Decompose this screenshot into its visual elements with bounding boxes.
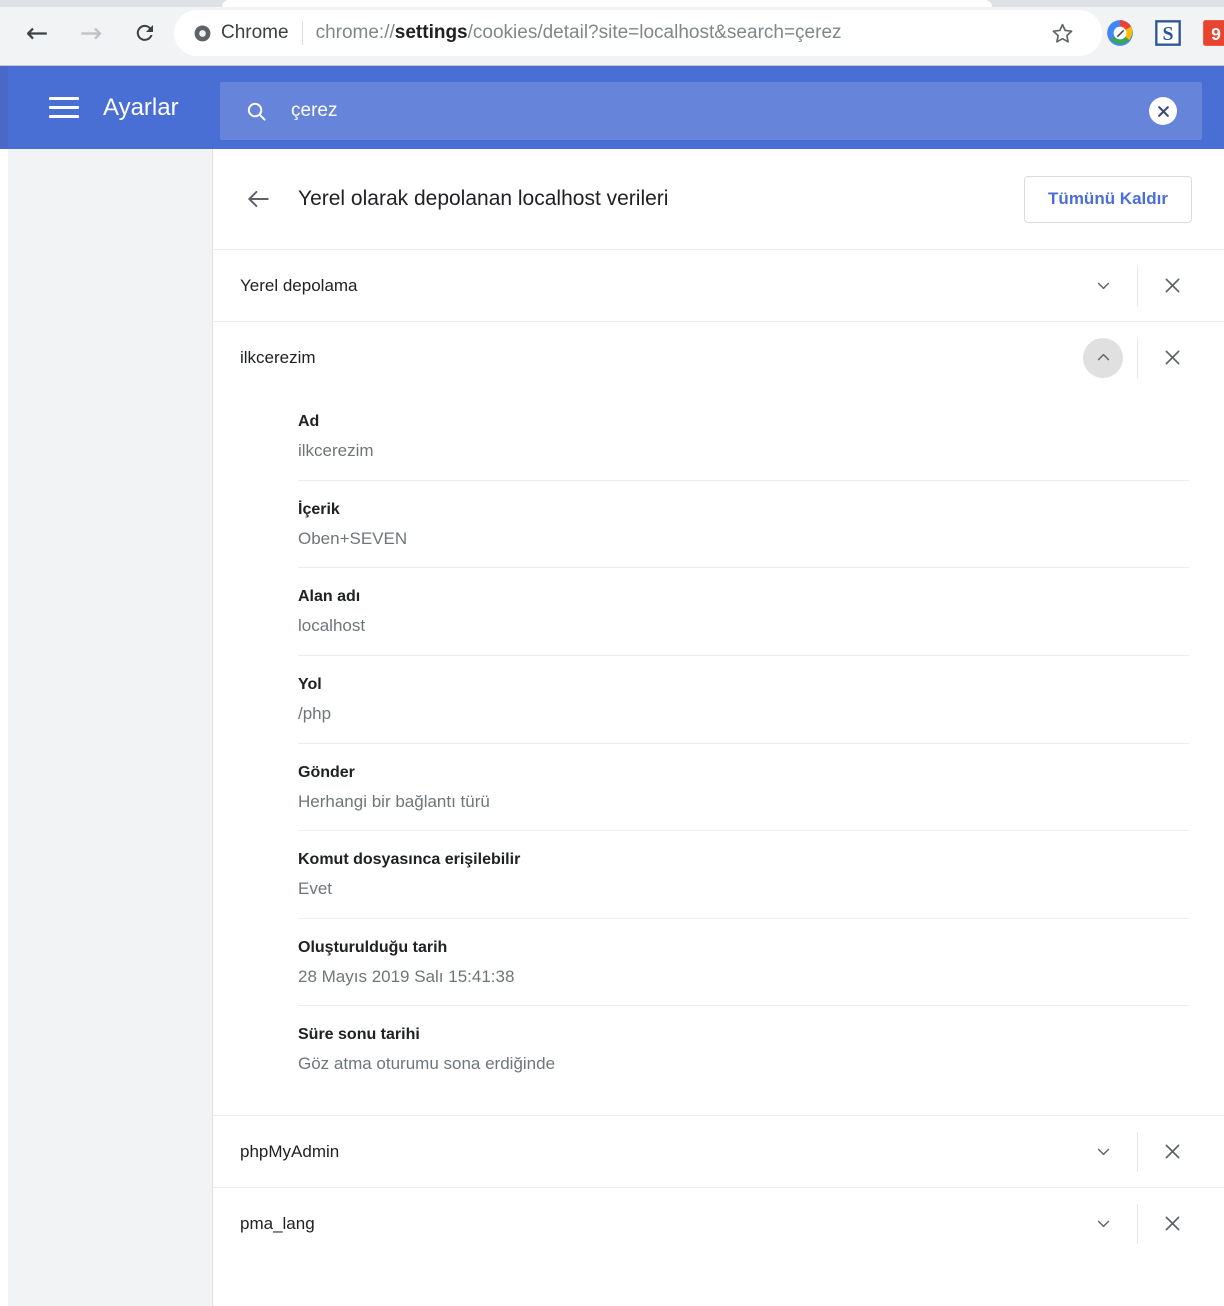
detail-field-label: Ad [298,413,320,430]
detail-field-value: Evet [298,879,333,899]
detail-field: İçerik Oben+SEVEN [298,479,1189,568]
remove-entry-button[interactable] [1152,266,1192,306]
detail-back-button[interactable] [240,181,276,217]
blue-s-extension-icon[interactable]: S [1152,17,1184,49]
expand-toggle-button[interactable] [1083,1204,1123,1244]
reload-button[interactable] [125,13,165,53]
cookie-entry-title: Yerel depolama [240,275,358,295]
red-extension-icon[interactable]: 9 [1200,17,1224,49]
detail-field-value: localhost [298,616,366,636]
cookie-entry-row[interactable]: phpMyAdmin [214,1116,1224,1187]
detail-field-value: 28 Mayıs 2019 Salı 15:41:38 [298,966,515,986]
cookie-entry-row[interactable]: pma_lang [214,1188,1224,1259]
detail-field-label: İçerik [298,500,340,518]
remove-all-button[interactable]: Tümünü Kaldır [1024,175,1192,223]
chevron-down-icon [1097,282,1109,290]
cookie-entry-row[interactable]: Yerel depolama [214,250,1224,321]
detail-field-value: Herhangi bir bağlantı türü [298,791,490,811]
close-x-icon [1165,350,1179,365]
detail-field: Oluşturulduğu tarih 28 Mayıs 2019 Salı 1… [298,917,1189,1006]
cookie-entry: phpMyAdmin [214,1115,1224,1187]
cookie-entry-row[interactable]: ilkcerezim [214,322,1224,393]
arrow-right-icon: → [79,17,103,49]
expand-toggle-button[interactable] [1083,266,1123,306]
google-extension-icon[interactable] [1104,17,1136,49]
back-button[interactable]: ← [17,13,57,53]
cookie-entry: ilkcerezim Ad ilkcerezim İçerik Oben+SEV… [214,321,1224,1115]
detail-field: Süre sonu tarihi Göz atma oturumu sona e… [298,1005,1189,1093]
browser-toolbar: ← → Chrome chrome://settings/cookies/det… [0,0,1224,66]
entry-action-divider [1137,1203,1138,1244]
star-outline-icon [1052,23,1072,43]
cookie-entry-title: pma_lang [240,1213,315,1233]
forward-button[interactable]: → [71,13,111,53]
active-tab[interactable] [222,0,992,7]
url-suffix: /cookies/detail?site=localhost&search=çe… [467,22,842,43]
chrome-shield-icon [192,23,212,43]
chevron-up-icon [1097,353,1109,361]
close-x-icon [1165,1216,1179,1231]
detail-field: Alan adı localhost [298,567,1189,655]
entry-action-divider [1137,1131,1138,1172]
remove-entry-button[interactable] [1152,1132,1192,1172]
omnibox-url-text: chrome://settings/cookies/detail?site=lo… [316,22,842,44]
detail-field-label: Komut dosyasınca erişilebilir [298,851,521,869]
arrow-left-icon [248,190,269,208]
detail-field-value: Oben+SEVEN [298,528,408,548]
url-bold-segment: settings [394,22,468,43]
detail-page-header: Yerel olarak depolanan localhost veriler… [214,149,1224,249]
settings-sidebar-gutter [8,149,213,1306]
entry-action-divider [1137,337,1138,378]
detail-field: Gönder Herhangi bir bağlantı türü [298,742,1189,831]
remove-entry-button[interactable] [1152,1204,1192,1244]
settings-title: Ayarlar [103,93,179,121]
chevron-down-icon [1097,1220,1109,1228]
clear-search-button[interactable] [1149,97,1177,125]
cookie-entry-title: phpMyAdmin [240,1141,340,1161]
search-input[interactable] [291,96,1149,126]
cookie-entry-list: Yerel depolama ilkcerezim Ad ilkcerezim … [214,249,1224,1259]
detail-field-label: Yol [298,675,322,693]
detail-field-label: Alan adı [298,588,361,606]
settings-search-box[interactable] [220,82,1202,140]
svg-text:9: 9 [1211,24,1221,44]
omnibox-divider [301,21,303,45]
close-x-icon [1165,278,1179,293]
entry-action-divider [1137,265,1138,306]
omnibox-scheme-label: Chrome [221,22,289,43]
address-bar[interactable]: Chrome chrome://settings/cookies/detail?… [174,10,1102,56]
detail-field: Yol /php [298,654,1189,743]
svg-text:S: S [1162,23,1173,45]
settings-detail-card: Yerel olarak depolanan localhost veriler… [214,149,1224,1306]
chevron-down-icon [1097,1148,1109,1156]
page-body: Yerel olarak depolanan localhost veriler… [0,149,1224,1306]
detail-field-value: /php [298,703,332,723]
detail-field: Ad ilkcerezim [298,393,1189,480]
collapse-toggle-button[interactable] [1083,337,1123,378]
bookmark-star-button[interactable] [1042,13,1082,53]
tab-strip [0,0,1224,7]
close-x-icon [1165,1144,1179,1159]
clear-circle-icon [1157,105,1169,117]
cookie-entry: Yerel depolama [214,250,1224,321]
arrow-left-icon: ← [25,17,49,49]
search-icon [245,100,268,123]
expand-toggle-button[interactable] [1083,1132,1123,1172]
page-title: Yerel olarak depolanan localhost veriler… [298,187,669,210]
detail-field-label: Oluşturulduğu tarih [298,938,448,956]
remove-entry-button[interactable] [1152,338,1192,378]
detail-field: Komut dosyasınca erişilebilir Evet [298,830,1189,918]
cookie-detail-list: Ad ilkcerezim İçerik Oben+SEVEN Alan adı… [214,393,1224,1115]
cookie-entry: pma_lang [214,1187,1224,1259]
detail-field-value: Göz atma oturumu sona erdiğinde [298,1054,556,1074]
settings-topbar: Ayarlar [0,66,1224,149]
settings-topbar-inner: Ayarlar [8,66,1224,149]
url-prefix: chrome:// [315,22,395,43]
cookie-entry-title: ilkcerezim [240,347,316,367]
detail-field-value: ilkcerezim [298,441,374,460]
reload-icon [136,24,153,41]
detail-field-label: Süre sonu tarihi [298,1026,420,1044]
hamburger-menu-icon[interactable] [49,91,83,125]
detail-field-label: Gönder [298,763,355,781]
